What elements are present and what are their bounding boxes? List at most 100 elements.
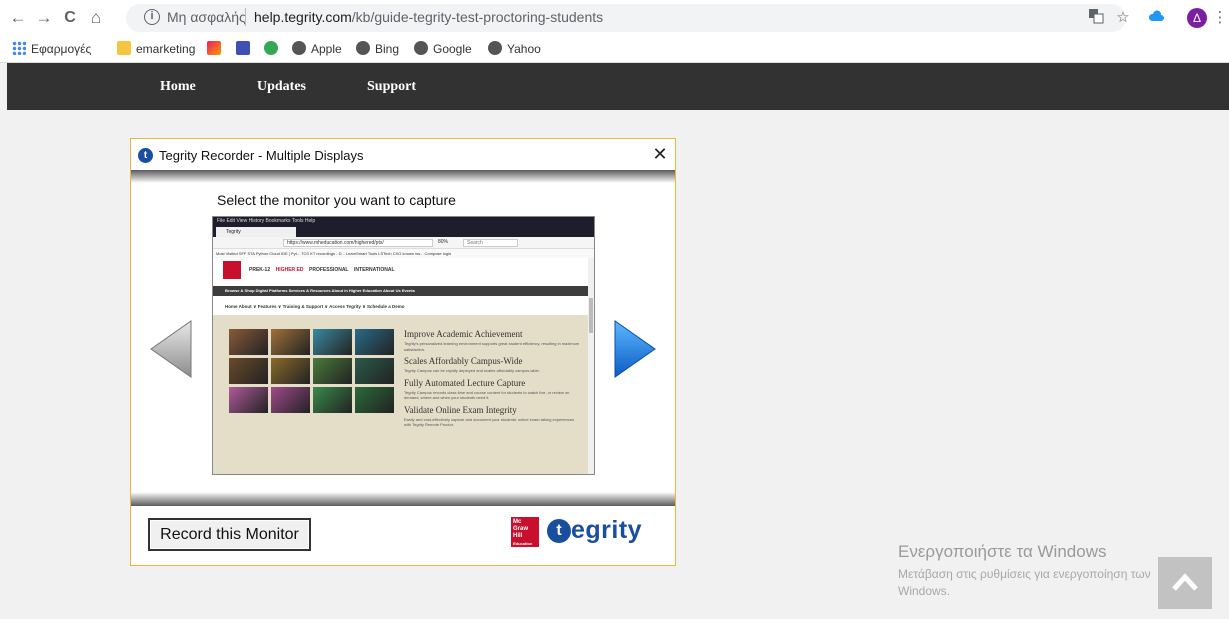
tegrity-wordmark-text: egrity	[571, 516, 643, 544]
back-to-top-button[interactable]	[1158, 557, 1212, 609]
bookmark-apps[interactable]: Εφαρμογές	[12, 41, 91, 57]
bookmark-apple[interactable]: Apple	[292, 41, 342, 57]
preview-search: Search	[463, 239, 518, 247]
globe-icon	[414, 41, 428, 55]
home-icon[interactable]: ⌂	[86, 8, 106, 28]
preview-link: HIGHER ED	[275, 267, 304, 273]
nav-home[interactable]: Home	[160, 79, 196, 95]
menu-kebab-icon[interactable]: ⋮	[1210, 8, 1229, 28]
record-this-monitor-button[interactable]: Record this Monitor	[148, 518, 311, 551]
back-icon[interactable]: ←	[8, 8, 28, 28]
preview-paragraph: Tegrity Campus records class time and co…	[404, 389, 570, 401]
chevron-up-icon	[1172, 573, 1198, 591]
preview-tabstrip: Tegrity	[213, 226, 594, 237]
bookmark-emarketing[interactable]: emarketing	[117, 41, 195, 57]
cloud-extension-icon[interactable]	[1146, 8, 1166, 28]
preview-content: Improve Academic Achievement Tegrity's p…	[213, 315, 588, 474]
close-icon[interactable]: ✕	[650, 144, 670, 164]
profile-avatar[interactable]: Δ	[1187, 8, 1207, 28]
preview-toolbar: https://www.mheducation.com/highered/ptx…	[213, 237, 594, 249]
preview-scrollbar	[588, 258, 594, 474]
preview-link: PREK-12	[249, 267, 271, 273]
previous-monitor-arrow-icon[interactable]	[149, 319, 193, 379]
address-row: ← → C ⌂ i Μη ασφαλής help.tegrity.com/kb…	[0, 0, 1229, 36]
url-domain: help.tegrity.com	[254, 9, 352, 25]
nav-support[interactable]: Support	[367, 79, 416, 95]
bookmark-label: emarketing	[136, 42, 196, 56]
preview-heading: Validate Online Exam Integrity	[404, 404, 517, 415]
bookmarks-bar: Εφαρμογές emarketing Apple Bing Google Y…	[0, 36, 1229, 63]
omnibox-separator	[245, 8, 246, 26]
xd-icon	[264, 41, 278, 55]
tegrity-logo-icon: t	[138, 148, 153, 163]
bookmark-label: Apple	[311, 42, 342, 56]
preview-nav-secondary: Home About ∨ Features ∨ Training & Suppo…	[213, 300, 588, 313]
tegrity-wordmark: t egrity	[547, 516, 642, 550]
preview-url: https://www.mheducation.com/highered/ptx…	[283, 239, 433, 247]
bookmark-label: Google	[433, 42, 472, 56]
bookmark-bing[interactable]: Bing	[356, 41, 399, 57]
preview-tab: Tegrity	[216, 227, 296, 237]
site-nav: Home Updates Support	[7, 63, 1229, 110]
mcgraw-hill-education-logo: Mc Graw Hill Education	[511, 517, 539, 547]
reload-icon[interactable]: C	[60, 8, 80, 28]
bookmark-label: Yahoo	[507, 42, 541, 56]
forward-icon[interactable]: →	[34, 8, 54, 28]
preview-link: PROFESSIONAL	[309, 267, 349, 273]
info-icon[interactable]: i	[144, 9, 160, 25]
next-monitor-arrow-icon[interactable]	[613, 319, 657, 379]
preview-photo-tile	[313, 387, 352, 413]
recorder-dialog: t Tegrity Recorder - Multiple Displays ✕…	[130, 138, 676, 566]
preview-photo-tile	[313, 358, 352, 384]
apps-icon	[12, 41, 26, 55]
translate-icon[interactable]	[1086, 8, 1106, 28]
apple-icon	[292, 41, 306, 55]
dialog-title: Tegrity Recorder - Multiple Displays	[159, 148, 364, 163]
mcgraw-hill-logo-icon	[223, 261, 241, 279]
monitor-preview[interactable]: File Edit View History Bookmarks Tools H…	[212, 216, 595, 475]
preview-paragraph: Easily and cost-effectively capture and …	[404, 416, 575, 428]
preview-photo-tile	[229, 387, 268, 413]
preview-photo-tile	[355, 329, 394, 355]
security-label: Μη ασφαλής	[167, 9, 246, 25]
bookmark-rss[interactable]	[207, 41, 226, 57]
preview-text-column: Improve Academic Achievement Tegrity's p…	[404, 325, 582, 428]
preview-zoom: 80%	[438, 239, 449, 245]
globe-icon	[488, 41, 502, 55]
bookmark-label: Εφαρμογές	[31, 42, 92, 56]
tegrity-t-icon: t	[547, 518, 571, 543]
preview-photo-tile	[355, 358, 394, 384]
preview-paragraph: Tegrity's personalized learning environm…	[404, 341, 580, 352]
dialog-band-bottom	[131, 492, 675, 506]
preview-bookmarks: Most Visited SFF STA Python Cloud IDE | …	[213, 249, 594, 258]
preview-photo-grid	[229, 329, 395, 417]
preview-nav-primary: Browse & Shop Digital Platforms Services…	[213, 286, 588, 296]
preview-menubar: File Edit View History Bookmarks Tools H…	[213, 217, 594, 226]
nav-updates[interactable]: Updates	[257, 79, 306, 95]
bookmark-xd[interactable]	[264, 41, 283, 57]
bookmark-star-icon[interactable]: ☆	[1113, 8, 1133, 28]
bookmark-google[interactable]: Google	[414, 41, 472, 57]
preview-photo-tile	[355, 387, 394, 413]
address-url[interactable]: help.tegrity.com/kb/guide-tegrity-test-p…	[254, 9, 603, 25]
preview-header-links: PREK-12 HIGHER ED PROFESSIONAL INTERNATI…	[249, 267, 395, 273]
rss-icon	[207, 41, 221, 55]
preview-paragraph: Tegrity Campus can be rapidly deployed a…	[404, 368, 540, 373]
preview-heading: Fully Automated Lecture Capture	[404, 377, 526, 388]
preview-site-header: PREK-12 HIGHER ED PROFESSIONAL INTERNATI…	[213, 258, 594, 282]
globe-icon	[356, 41, 370, 55]
brand-logos: Mc Graw Hill Education t egrity	[511, 516, 671, 550]
preview-photo-tile	[229, 358, 268, 384]
preview-photo-tile	[313, 329, 352, 355]
bookmark-yahoo[interactable]: Yahoo	[488, 41, 541, 57]
bookmark-shop[interactable]	[236, 41, 255, 57]
preview-photo-tile	[271, 358, 310, 384]
windows-activation-title: Ενεργοποιήστε τα Windows	[898, 542, 1107, 561]
dialog-prompt: Select the monitor you want to capture	[217, 192, 456, 208]
preview-link: INTERNATIONAL	[354, 267, 395, 273]
browser-chrome: ← → C ⌂ i Μη ασφαλής help.tegrity.com/kb…	[0, 0, 1229, 63]
bookmark-label: Bing	[375, 42, 400, 56]
preview-photo-tile	[229, 329, 268, 355]
folder-icon	[117, 41, 131, 55]
windows-activation-subtitle: Μετάβαση στις ρυθμίσεις για ενεργοποίηση…	[898, 567, 1151, 598]
